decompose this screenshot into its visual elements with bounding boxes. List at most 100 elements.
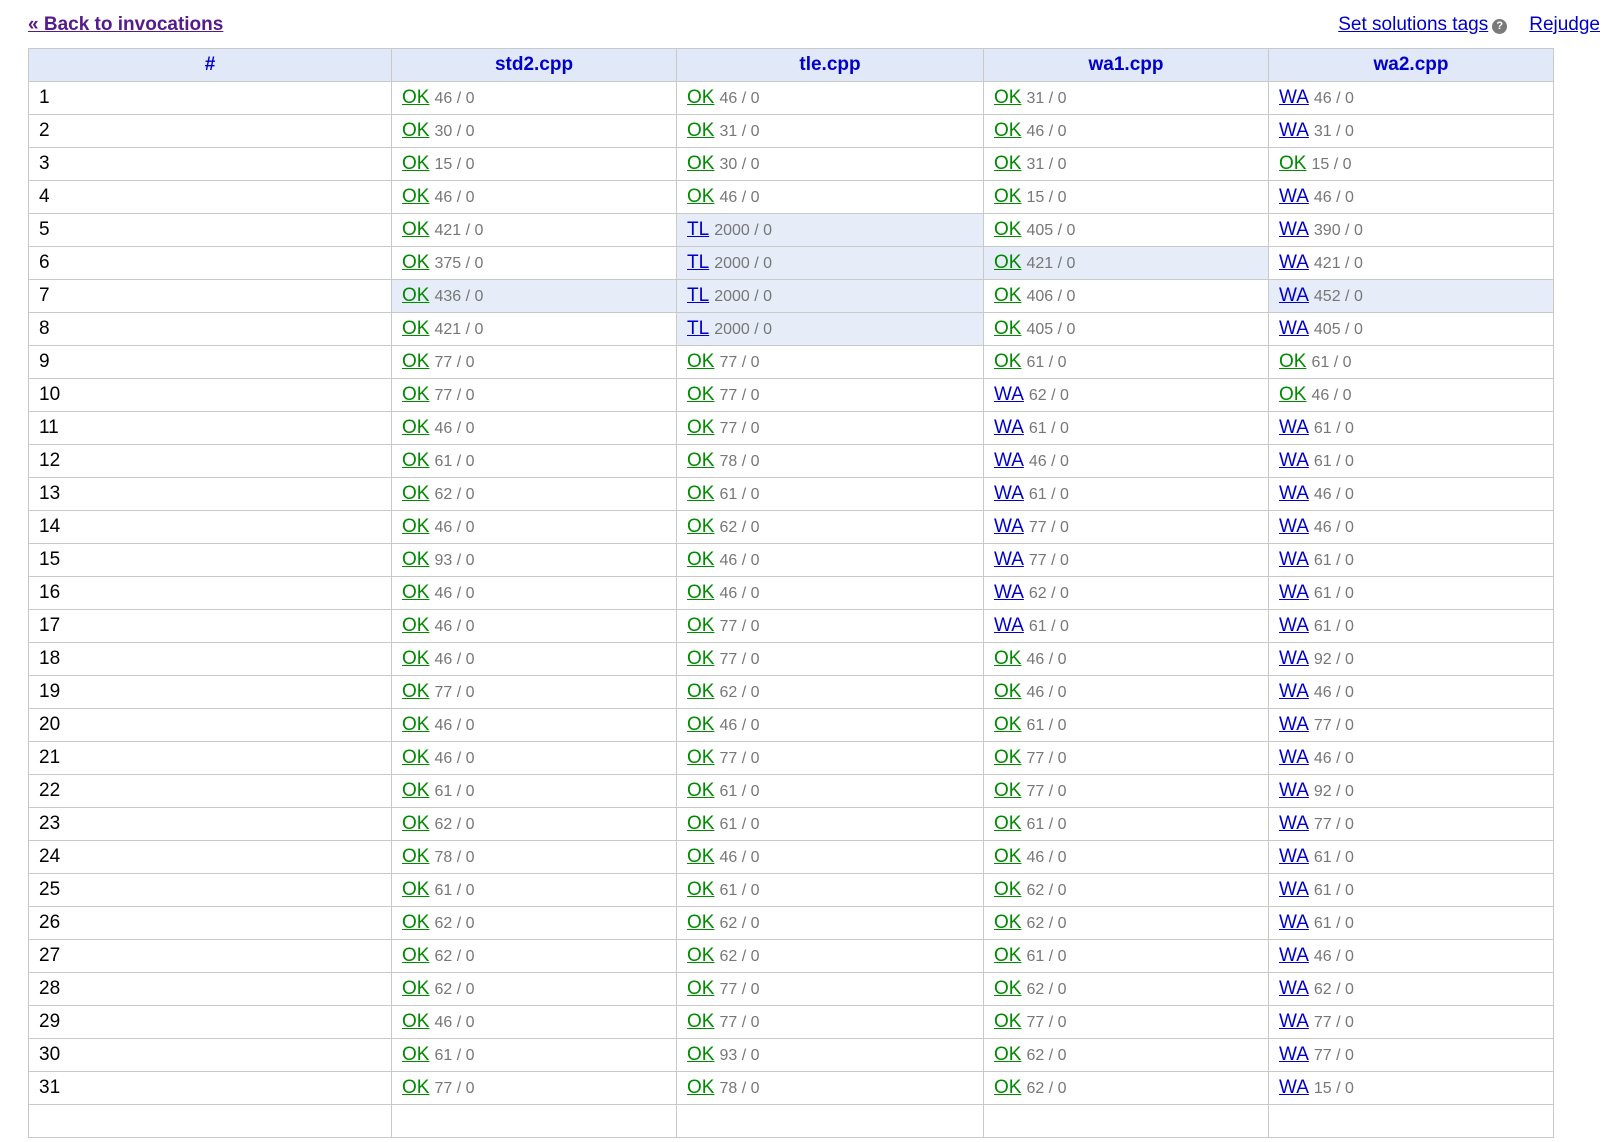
verdict-link[interactable]: OK <box>402 285 429 306</box>
verdict-link[interactable]: OK <box>402 945 429 966</box>
verdict-link[interactable]: TL <box>687 285 709 306</box>
verdict-link[interactable]: OK <box>402 1044 429 1065</box>
verdict-link[interactable]: OK <box>687 813 714 834</box>
verdict-link[interactable]: OK <box>994 978 1021 999</box>
verdict-link[interactable]: OK <box>402 879 429 900</box>
column-header-solution[interactable]: tle.cpp <box>676 48 984 82</box>
verdict-link[interactable]: WA <box>994 582 1024 603</box>
column-header-solution[interactable]: wa1.cpp <box>983 48 1269 82</box>
verdict-link[interactable]: OK <box>994 747 1021 768</box>
verdict-link[interactable]: WA <box>1279 879 1309 900</box>
verdict-link[interactable]: OK <box>994 120 1021 141</box>
verdict-link[interactable]: WA <box>994 417 1024 438</box>
verdict-link[interactable]: WA <box>1279 747 1309 768</box>
verdict-link[interactable]: OK <box>994 351 1021 372</box>
verdict-link[interactable]: OK <box>687 1011 714 1032</box>
verdict-link[interactable]: WA <box>994 483 1024 504</box>
verdict-link[interactable]: OK <box>687 681 714 702</box>
verdict-link[interactable]: OK <box>402 186 429 207</box>
verdict-link[interactable]: OK <box>402 318 429 339</box>
verdict-link[interactable]: OK <box>687 450 714 471</box>
verdict-link[interactable]: OK <box>402 252 429 273</box>
verdict-link[interactable]: OK <box>402 648 429 669</box>
verdict-link[interactable]: TL <box>687 318 709 339</box>
verdict-link[interactable]: WA <box>1279 714 1309 735</box>
verdict-link[interactable]: WA <box>1279 252 1309 273</box>
verdict-link[interactable]: WA <box>1279 87 1309 108</box>
verdict-link[interactable]: OK <box>402 1077 429 1098</box>
verdict-link[interactable]: WA <box>994 615 1024 636</box>
verdict-link[interactable]: OK <box>402 615 429 636</box>
verdict-link[interactable]: WA <box>1279 648 1309 669</box>
verdict-link[interactable]: OK <box>687 87 714 108</box>
verdict-link[interactable]: OK <box>687 1044 714 1065</box>
verdict-link[interactable]: WA <box>1279 450 1309 471</box>
verdict-link[interactable]: OK <box>687 648 714 669</box>
verdict-link[interactable]: WA <box>1279 582 1309 603</box>
verdict-link[interactable]: OK <box>402 417 429 438</box>
verdict-link[interactable]: OK <box>402 681 429 702</box>
verdict-link[interactable]: OK <box>687 549 714 570</box>
verdict-link[interactable]: OK <box>687 912 714 933</box>
verdict-link[interactable]: OK <box>402 1011 429 1032</box>
verdict-link[interactable]: OK <box>687 384 714 405</box>
verdict-link[interactable]: OK <box>994 648 1021 669</box>
verdict-link[interactable]: OK <box>402 120 429 141</box>
verdict-link[interactable]: WA <box>994 450 1024 471</box>
verdict-link[interactable]: OK <box>994 912 1021 933</box>
verdict-link[interactable]: WA <box>1279 516 1309 537</box>
verdict-link[interactable]: OK <box>994 219 1021 240</box>
verdict-link[interactable]: OK <box>1279 153 1306 174</box>
verdict-link[interactable]: OK <box>994 780 1021 801</box>
verdict-link[interactable]: WA <box>1279 846 1309 867</box>
verdict-link[interactable]: OK <box>687 186 714 207</box>
verdict-link[interactable]: OK <box>687 417 714 438</box>
set-solutions-tags-link[interactable]: Set solutions tags <box>1338 14 1488 35</box>
verdict-link[interactable]: WA <box>1279 945 1309 966</box>
verdict-link[interactable]: TL <box>687 219 709 240</box>
verdict-link[interactable]: OK <box>687 747 714 768</box>
verdict-link[interactable]: OK <box>402 813 429 834</box>
verdict-link[interactable]: OK <box>402 87 429 108</box>
verdict-link[interactable]: OK <box>687 879 714 900</box>
verdict-link[interactable]: OK <box>994 846 1021 867</box>
verdict-link[interactable]: WA <box>1279 219 1309 240</box>
verdict-link[interactable]: OK <box>402 516 429 537</box>
verdict-link[interactable]: OK <box>402 747 429 768</box>
verdict-link[interactable]: OK <box>402 549 429 570</box>
verdict-link[interactable]: OK <box>402 219 429 240</box>
question-circle-icon[interactable]: ? <box>1492 19 1508 34</box>
verdict-link[interactable]: WA <box>1279 1011 1309 1032</box>
verdict-link[interactable]: OK <box>402 582 429 603</box>
verdict-link[interactable]: WA <box>1279 978 1309 999</box>
verdict-link[interactable]: WA <box>1279 120 1309 141</box>
verdict-link[interactable]: WA <box>994 549 1024 570</box>
verdict-link[interactable]: WA <box>1279 780 1309 801</box>
verdict-link[interactable]: WA <box>1279 549 1309 570</box>
verdict-link[interactable]: OK <box>994 813 1021 834</box>
verdict-link[interactable]: WA <box>1279 1077 1309 1098</box>
verdict-link[interactable]: WA <box>994 516 1024 537</box>
verdict-link[interactable]: OK <box>402 912 429 933</box>
verdict-link[interactable]: WA <box>1279 813 1309 834</box>
verdict-link[interactable]: WA <box>1279 285 1309 306</box>
verdict-link[interactable]: WA <box>1279 483 1309 504</box>
verdict-link[interactable]: OK <box>402 384 429 405</box>
verdict-link[interactable]: OK <box>687 978 714 999</box>
verdict-link[interactable]: OK <box>687 120 714 141</box>
back-to-invocations-link[interactable]: « Back to invocations <box>28 14 223 36</box>
verdict-link[interactable]: OK <box>687 846 714 867</box>
column-header-solution[interactable]: std2.cpp <box>391 48 677 82</box>
verdict-link[interactable]: WA <box>1279 186 1309 207</box>
verdict-link[interactable]: OK <box>687 582 714 603</box>
verdict-link[interactable]: OK <box>687 516 714 537</box>
verdict-link[interactable]: OK <box>994 153 1021 174</box>
verdict-link[interactable]: OK <box>687 1077 714 1098</box>
verdict-link[interactable]: OK <box>687 615 714 636</box>
verdict-link[interactable]: OK <box>1279 384 1306 405</box>
verdict-link[interactable]: OK <box>687 351 714 372</box>
rejudge-link[interactable]: Rejudge <box>1529 14 1600 36</box>
verdict-link[interactable]: OK <box>994 945 1021 966</box>
verdict-link[interactable]: OK <box>402 450 429 471</box>
verdict-link[interactable]: OK <box>687 780 714 801</box>
